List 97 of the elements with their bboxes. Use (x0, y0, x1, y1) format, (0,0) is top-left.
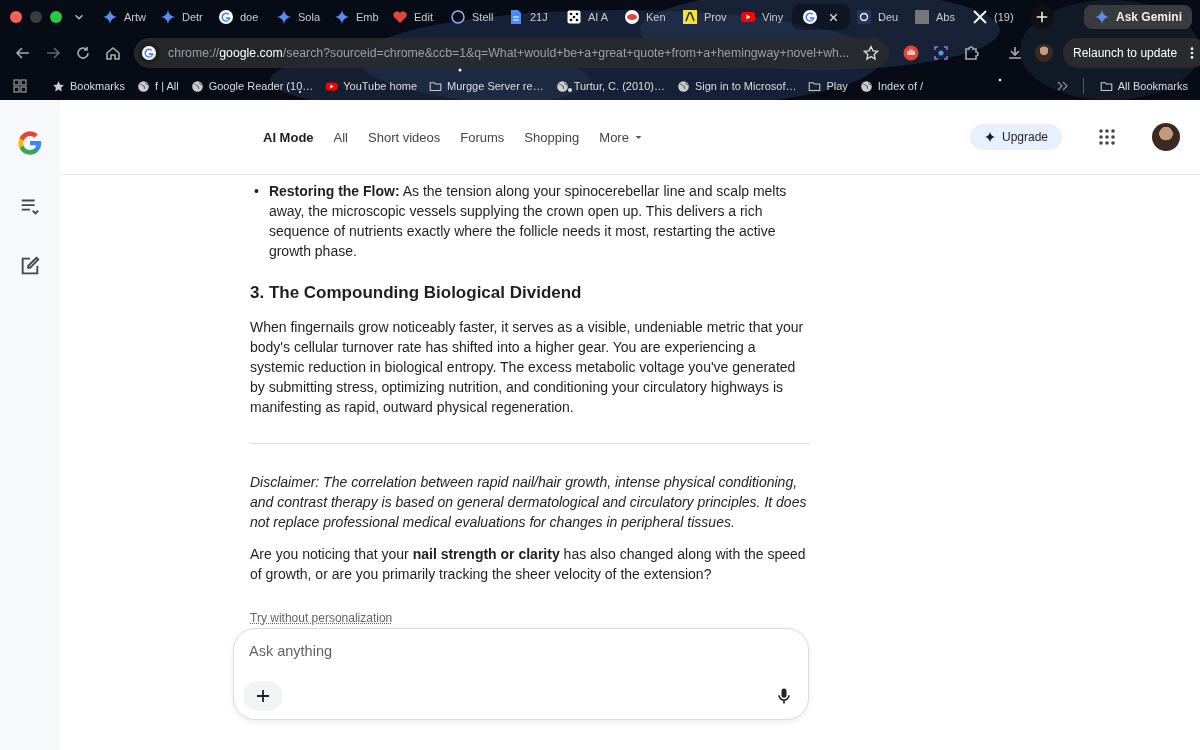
apps-grid-icon[interactable] (1098, 128, 1116, 146)
bookmark[interactable]: Bookmarks (48, 79, 130, 93)
plus-icon (1035, 10, 1049, 24)
tab-title: Edit (414, 11, 433, 23)
browser-tab[interactable]: Ken (618, 4, 676, 30)
ask-gemini-button[interactable]: Ask Gemini (1083, 5, 1192, 29)
bookmark[interactable]: f | All (133, 79, 183, 93)
google-icon (141, 45, 157, 61)
search-tab[interactable]: More (599, 129, 642, 145)
bookmark[interactable]: Google Reader (10… (186, 79, 318, 93)
search-tab[interactable]: Forums (460, 129, 505, 145)
x-icon (972, 9, 988, 25)
apps-icon[interactable] (12, 78, 28, 94)
relaunch-button[interactable]: Relaunch to update (1063, 38, 1200, 68)
search-tab[interactable]: All (333, 129, 348, 145)
browser-tab[interactable]: Viny (734, 4, 792, 30)
tab-title: Emb (356, 11, 379, 23)
tab-title: (19) (994, 11, 1014, 23)
reload-icon[interactable] (75, 45, 91, 61)
browser-tab[interactable]: Abs (908, 4, 966, 30)
tab-title: Deu (878, 11, 899, 23)
bullet-item: Restoring the Flow: As the tension along your spinocerebellar line and scalp melts away, the microscopic vessels supplying the crown open up. This delivers a rich sequence of nutrients exactly where the follicle needs it most, restarting the active growth phase. (268, 182, 788, 261)
video-icon (740, 9, 756, 25)
home-icon[interactable] (105, 45, 121, 61)
puzzle-icon[interactable] (963, 45, 979, 61)
section-heading: 3. The Compounding Biological Dividend (250, 282, 583, 304)
bookmark[interactable]: Murgge Server re… (425, 79, 548, 93)
browser-tab[interactable]: Deu (850, 4, 908, 30)
oval-icon (624, 9, 640, 25)
profile-avatar[interactable] (1152, 123, 1180, 151)
google-logo[interactable] (16, 129, 44, 157)
forward-icon[interactable] (45, 45, 61, 61)
personalization-link[interactable]: Try without personalization (250, 611, 393, 625)
folder-icon (808, 79, 822, 93)
browser-tab[interactable]: Detr (154, 4, 212, 30)
bookmark[interactable]: Play (804, 79, 852, 93)
paragraph: Are you noticing that your nail strength or clarity has also changed along with the speed of growth, or are you primarily tracking the sheer velocity of the extension? (250, 545, 807, 584)
paragraph: When fingernails grow noticeably faster, it serves as a visible, undeniable metric that your body's cellular turnover rate has shifted into a higher gear. You are experiencing a systemic reduction in biological entropy. The excess metabolic voltage you've generated by submitting stress, optimizing nutrition, and conditioning your circulatory highways is manifesting as rapid, outward physical regeneration. (250, 318, 805, 417)
tab-title: AI A (588, 11, 609, 23)
sparkle-icon (276, 9, 292, 25)
sparkle-icon (160, 9, 176, 25)
tab-title: Artw (124, 11, 146, 23)
bookmark[interactable]: YouTube home (321, 79, 422, 93)
sparkle-icon (334, 9, 350, 25)
caret-icon (634, 134, 642, 140)
google-icon (218, 9, 234, 25)
browser-tab[interactable]: doe (212, 4, 270, 30)
bookmark-star-icon[interactable] (863, 45, 879, 61)
search-tab[interactable]: Shopping (524, 129, 580, 145)
upgrade-button[interactable]: Upgrade (969, 124, 1062, 150)
disclaimer-text: Disclaimer: The correlation between rapid nail/hair growth, intense physical conditioning, and contrast therapy is based on general dermatological and circulatory principles. It does not replace professional medical evaluations for changes in peripheral tissues. (250, 473, 808, 532)
tab-title: Ken (646, 11, 666, 23)
bullet-marker: • (254, 182, 259, 201)
edit-icon[interactable] (19, 255, 41, 277)
address-bar[interactable]: chrome://google.com/search?sourceid=chrome&ccb=1&q=What+would+be+a+great+quote+from+a+hemingway+novel+wh... (134, 38, 889, 68)
tab-title: Viny (762, 11, 784, 23)
browser-tab[interactable]: Emb (328, 4, 386, 30)
heart-icon (392, 9, 408, 25)
plus-icon (255, 688, 271, 704)
lens-icon[interactable] (933, 45, 949, 61)
folder-icon (1099, 79, 1113, 93)
document-icon (508, 9, 524, 25)
browser-tab[interactable]: AI A (560, 4, 618, 30)
star-icon (52, 79, 65, 93)
google-icon (802, 9, 818, 25)
download-icon[interactable] (1007, 45, 1023, 61)
add-button[interactable] (243, 681, 283, 711)
tab-title: Prov (704, 11, 727, 23)
browser-tab[interactable]: Stell (444, 4, 502, 30)
chat-input[interactable]: Ask anything (233, 628, 809, 720)
tile-icon (856, 9, 872, 25)
browser-tab[interactable]: Artw (96, 4, 154, 30)
back-icon[interactable] (15, 45, 31, 61)
folder-icon (429, 79, 443, 93)
tile-icon (914, 9, 930, 25)
tab-title: Detr (182, 11, 203, 23)
browser-tab[interactable]: Sola (270, 4, 328, 30)
sparkle-icon (102, 9, 118, 25)
video-icon (325, 79, 339, 93)
sparkle-icon (983, 131, 996, 143)
tab-title: Abs (936, 11, 955, 23)
bookmark[interactable]: Turtur, C. (2010)… (551, 79, 669, 93)
tab-title: doe (240, 11, 259, 23)
url-text: chrome://google.com/search?sourceid=chrome&ccb=1&q=What+would+be+a+great+quote+from+a+hemingway+novel+wh... (168, 46, 851, 60)
bookmark[interactable]: Index of / (855, 79, 928, 93)
browser-tab[interactable]: Edit (386, 4, 444, 30)
browser-tab[interactable]: Prov (676, 4, 734, 30)
tab-title: Stell (472, 11, 494, 23)
tab-title: Sola (298, 11, 321, 23)
search-tab[interactable]: Short videos (368, 129, 441, 145)
browser-tab[interactable]: (19) (966, 4, 1024, 30)
all-bookmarks-folder[interactable]: All Bookmarks (1095, 79, 1192, 93)
browser-tab[interactable]: 21J (502, 4, 560, 30)
bookmark[interactable]: Sign in to Microsof… (672, 79, 801, 93)
browser-tab[interactable] (792, 4, 850, 30)
tab-title: 21J (530, 11, 548, 23)
search-tab[interactable]: AI Mode (263, 129, 314, 145)
